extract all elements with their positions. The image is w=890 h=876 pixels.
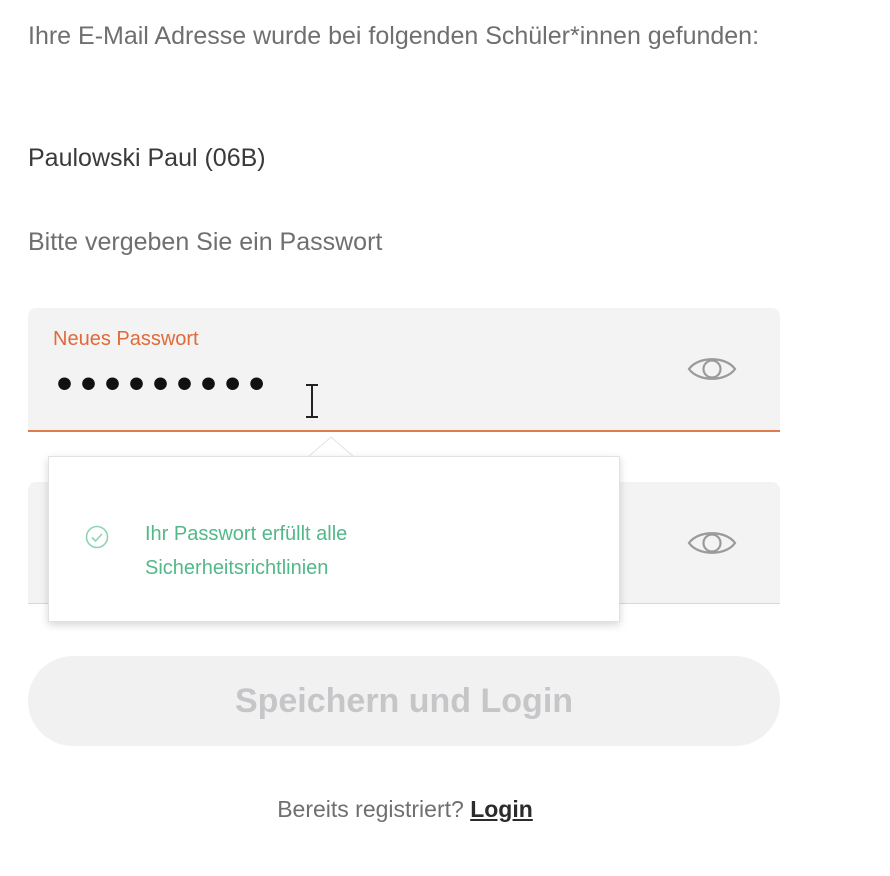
student-name: Paulowski Paul (06B) — [28, 144, 266, 172]
password-strength-popover: Ihr Passwort erfüllt alle Sicherheitsric… — [48, 456, 620, 622]
new-password-field[interactable]: Neues Passwort ••••••••• — [28, 308, 780, 432]
text-cursor-icon — [306, 384, 318, 418]
eye-icon[interactable] — [686, 351, 738, 387]
check-circle-icon — [85, 525, 109, 549]
footer: Bereits registriert? Login — [0, 796, 810, 823]
intro-text: Ihre E-Mail Adresse wurde bei folgenden … — [28, 22, 760, 50]
registration-form: Ihre E-Mail Adresse wurde bei folgenden … — [0, 0, 890, 876]
popover-arrow — [308, 436, 354, 458]
already-registered-text: Bereits registriert? — [277, 796, 464, 822]
eye-icon[interactable] — [686, 525, 738, 561]
new-password-label: Neues Passwort — [53, 328, 199, 350]
password-strength-message: Ihr Passwort erfüllt alle Sicherheitsric… — [145, 523, 348, 579]
login-link[interactable]: Login — [470, 796, 533, 822]
save-and-login-button[interactable]: Speichern und Login — [28, 656, 780, 746]
new-password-input[interactable]: ••••••••• — [53, 366, 269, 406]
password-prompt: Bitte vergeben Sie ein Passwort — [28, 228, 383, 256]
